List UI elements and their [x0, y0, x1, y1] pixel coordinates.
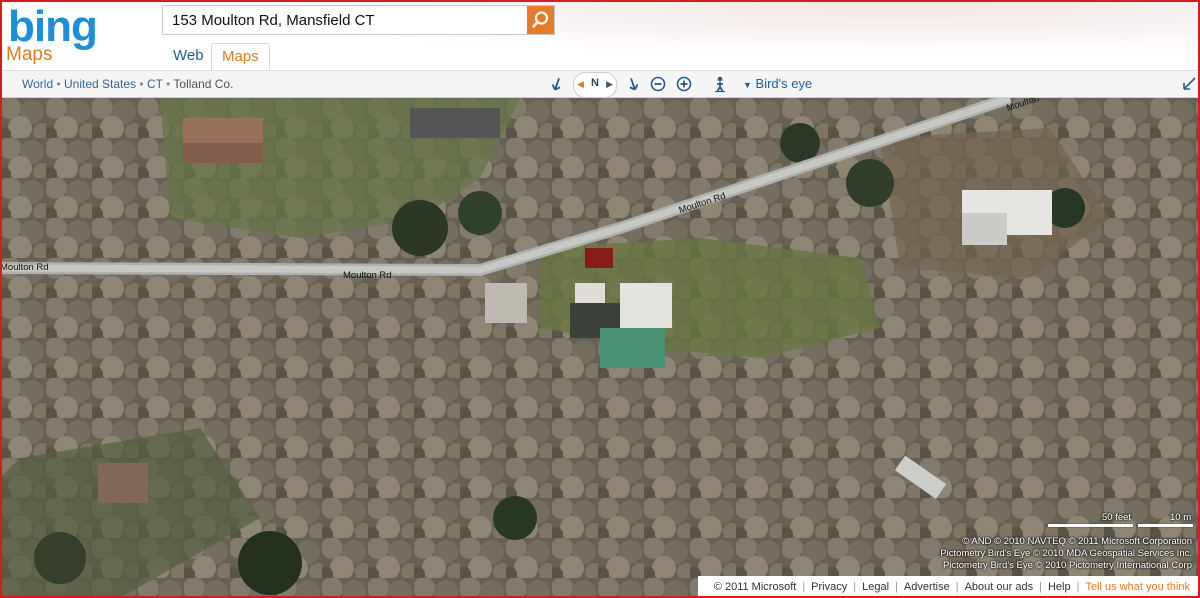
- attribution-line: © AND © 2010 NAVTEQ © 2011 Microsoft Cor…: [962, 536, 1192, 547]
- birds-eye-label: Bird's eye: [755, 76, 813, 91]
- dropdown-arrow-icon: ▼: [743, 80, 752, 90]
- zoom-out-icon[interactable]: [649, 75, 667, 93]
- scale-bar-meters: [1138, 524, 1193, 527]
- search-icon: [532, 11, 549, 28]
- footer-link-help[interactable]: Help: [1048, 581, 1071, 593]
- breadcrumb-separator: •: [56, 77, 65, 91]
- map-toolbar: World • United States • CT • Tolland Co.…: [0, 70, 1200, 98]
- breadcrumb-ct[interactable]: CT: [147, 77, 163, 91]
- breadcrumb-world[interactable]: World: [22, 77, 53, 91]
- compass-north-label: N: [591, 77, 599, 89]
- footer: © 2011 Microsoft | Privacy | Legal | Advertise…: [698, 576, 1200, 598]
- road-label: Moulton Rd: [343, 270, 392, 281]
- footer-link-privacy[interactable]: Privacy: [811, 581, 847, 593]
- header: bing Maps Web Maps: [0, 0, 1200, 71]
- tab-web[interactable]: Web: [163, 43, 214, 69]
- attribution-line: Pictometry Bird's Eye © 2010 Pictometry …: [942, 560, 1192, 571]
- scale-feet-label: 50 feet: [1102, 512, 1132, 523]
- road-label: Moulton Rd: [0, 262, 49, 273]
- map-attribution: © AND © 2010 NAVTEQ © 2011 Microsoft Cor…: [940, 536, 1192, 572]
- search-input[interactable]: [172, 12, 522, 29]
- scale-bar-feet: [1048, 524, 1133, 527]
- footer-link-advertise[interactable]: Advertise: [904, 581, 950, 593]
- search-box[interactable]: [162, 5, 555, 35]
- attribution-line: Pictometry Bird's Eye © 2010 MDA Geospat…: [940, 548, 1192, 559]
- breadcrumb: World • United States • CT • Tolland Co.: [22, 77, 233, 91]
- footer-link-legal[interactable]: Legal: [862, 581, 889, 593]
- birds-eye-dropdown[interactable]: ▼ Bird's eye: [743, 76, 812, 91]
- rotate-right-icon[interactable]: [624, 75, 642, 93]
- scale-meters-label: 10 m: [1170, 512, 1192, 523]
- breadcrumb-united-states[interactable]: United States: [64, 77, 136, 91]
- collapse-icon[interactable]: [1180, 75, 1198, 93]
- compass-left-arrow-icon[interactable]: ◀: [577, 79, 584, 90]
- map-view[interactable]: Moulton Rd Moulton Rd Moulton Rd Moulton…: [0, 98, 1200, 598]
- rotate-left-icon[interactable]: [548, 75, 566, 93]
- copyright: © 2011 Microsoft: [713, 581, 797, 593]
- breadcrumb-separator: •: [139, 77, 147, 91]
- breadcrumb-tolland: Tolland Co.: [173, 77, 234, 91]
- compass-right-arrow-icon[interactable]: ▶: [606, 79, 613, 90]
- aerial-imagery: [0, 98, 1200, 598]
- feedback-link[interactable]: Tell us what you think: [1085, 581, 1190, 593]
- search-button[interactable]: [527, 6, 554, 34]
- footer-link-about-ads[interactable]: About our ads: [965, 581, 1034, 593]
- streetside-person-icon[interactable]: [711, 75, 729, 93]
- compass-control[interactable]: ◀ N ▶: [573, 72, 617, 98]
- zoom-in-icon[interactable]: [675, 75, 693, 93]
- tab-maps[interactable]: Maps: [211, 43, 270, 71]
- maps-product-label: Maps: [6, 44, 53, 65]
